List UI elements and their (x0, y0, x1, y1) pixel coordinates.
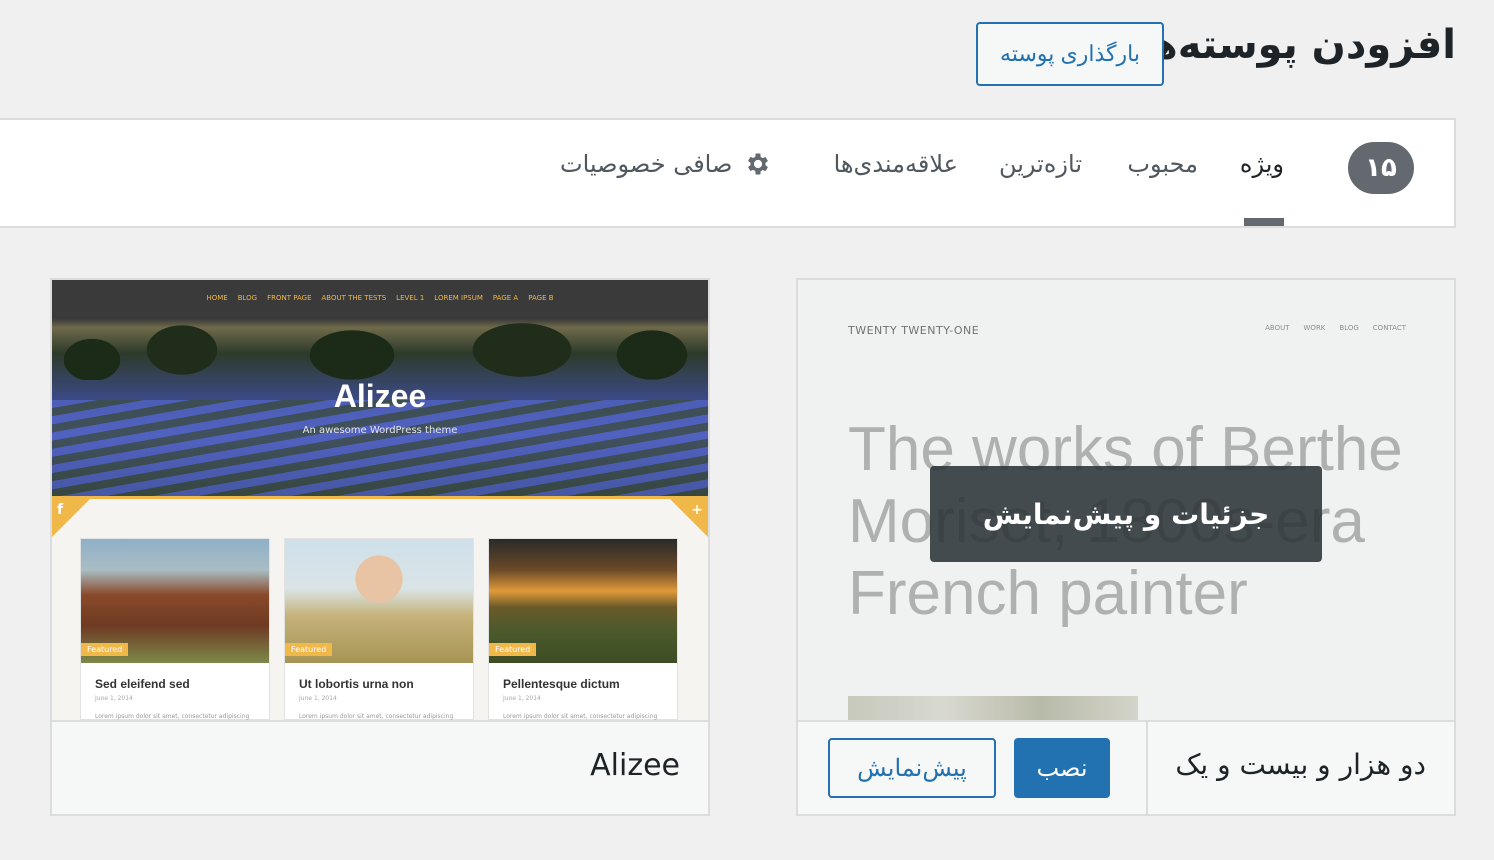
tab-featured[interactable]: ویژه (1240, 150, 1284, 178)
featured-tag: Featured (285, 643, 333, 656)
install-button[interactable]: نصب (1014, 738, 1110, 798)
page-title: افزودن پوسته‌ها (1134, 22, 1456, 68)
theme-name: دو هزار و بیست و یک (1175, 748, 1426, 781)
facebook-icon: f (57, 502, 64, 518)
gear-icon (744, 150, 772, 178)
theme-card-twenty-twenty-one[interactable]: TWENTY TWENTY-ONE ABOUT WORK BLOG CONTAC… (796, 278, 1456, 816)
post-title: Pellentesque dictum (503, 677, 620, 691)
alizee-site-title: Alizee (333, 378, 427, 414)
alizee-nav-item: ABOUT THE TESTS (321, 294, 387, 302)
post-title: Sed eleifend sed (95, 677, 190, 691)
post-date: June 1, 2014 (503, 695, 541, 702)
alizee-post-card: Featured Ut lobortis urna non June 1, 20… (284, 538, 474, 720)
theme-card-footer: دو هزار و بیست و یک نصب پیش‌نمایش (798, 720, 1454, 814)
tab-latest[interactable]: تازه‌ترین (999, 150, 1082, 178)
alizee-nav-item: HOME (206, 294, 228, 302)
preview-button[interactable]: پیش‌نمایش (828, 738, 996, 798)
post-date: June 1, 2014 (95, 695, 133, 702)
alizee-nav-item: BLOG (237, 294, 258, 302)
tab-favorites[interactable]: علاقه‌مندی‌ها (834, 150, 958, 178)
alizee-post-card: Featured Pellentesque dictum June 1, 201… (488, 538, 678, 720)
tt1-featured-image (848, 696, 1138, 720)
featured-tag: Featured (489, 643, 537, 656)
post-excerpt: Lorem ipsum dolor sit amet, consectetur … (299, 713, 454, 720)
footer-divider (1146, 722, 1148, 814)
alizee-tagline: An awesome WordPress theme (302, 425, 458, 436)
details-preview-overlay[interactable]: جزئیات و پیش‌نمایش (930, 466, 1322, 562)
theme-screenshot[interactable]: HOME BLOG FRONT PAGE ABOUT THE TESTS LEV… (52, 280, 708, 720)
featured-tag: Featured (81, 643, 129, 656)
feature-filter-label: صافی خصوصیات (560, 150, 733, 178)
tt1-menu-item: BLOG (1339, 324, 1359, 332)
theme-card-footer: Alizee (52, 720, 708, 814)
alizee-nav-item: LOREM IPSUM (434, 294, 483, 302)
tt1-site-title: TWENTY TWENTY-ONE (848, 324, 980, 337)
theme-filter-bar: ۱۵ ویژه محبوب تازه‌ترین علاقه‌مندی‌ها صا… (0, 118, 1456, 228)
post-excerpt: Lorem ipsum dolor sit amet, consectetur … (503, 713, 658, 720)
feature-filter-button[interactable]: صافی خصوصیات (560, 150, 772, 178)
post-date: June 1, 2014 (299, 695, 337, 702)
theme-card-alizee[interactable]: HOME BLOG FRONT PAGE ABOUT THE TESTS LEV… (50, 278, 710, 816)
theme-count-badge: ۱۵ (1348, 142, 1414, 194)
theme-screenshot[interactable]: TWENTY TWENTY-ONE ABOUT WORK BLOG CONTAC… (798, 280, 1454, 720)
tab-popular[interactable]: محبوب (1127, 150, 1198, 178)
tt1-menu-item: WORK (1303, 324, 1326, 332)
alizee-post-card: Featured Sed eleifend sed June 1, 2014 L… (80, 538, 270, 720)
tt1-menu: ABOUT WORK BLOG CONTACT (1265, 324, 1406, 332)
alizee-nav-item: FRONT PAGE (267, 294, 312, 302)
theme-name: Alizee (590, 748, 680, 783)
post-excerpt: Lorem ipsum dolor sit amet, consectetur … (95, 713, 250, 720)
tt1-menu-item: CONTACT (1372, 324, 1406, 332)
plus-icon: + (691, 502, 703, 518)
alizee-nav-item: PAGE A (492, 294, 519, 302)
tt1-menu-item: ABOUT (1265, 324, 1290, 332)
upload-theme-button[interactable]: بارگذاری پوسته (976, 22, 1164, 86)
alizee-nav: HOME BLOG FRONT PAGE ABOUT THE TESTS LEV… (52, 294, 708, 302)
active-tab-indicator (1244, 218, 1284, 226)
alizee-hero-trees (52, 320, 708, 380)
post-title: Ut lobortis urna non (299, 677, 414, 691)
alizee-nav-item: LEVEL 1 (396, 294, 425, 302)
alizee-nav-item: PAGE B (528, 294, 554, 302)
